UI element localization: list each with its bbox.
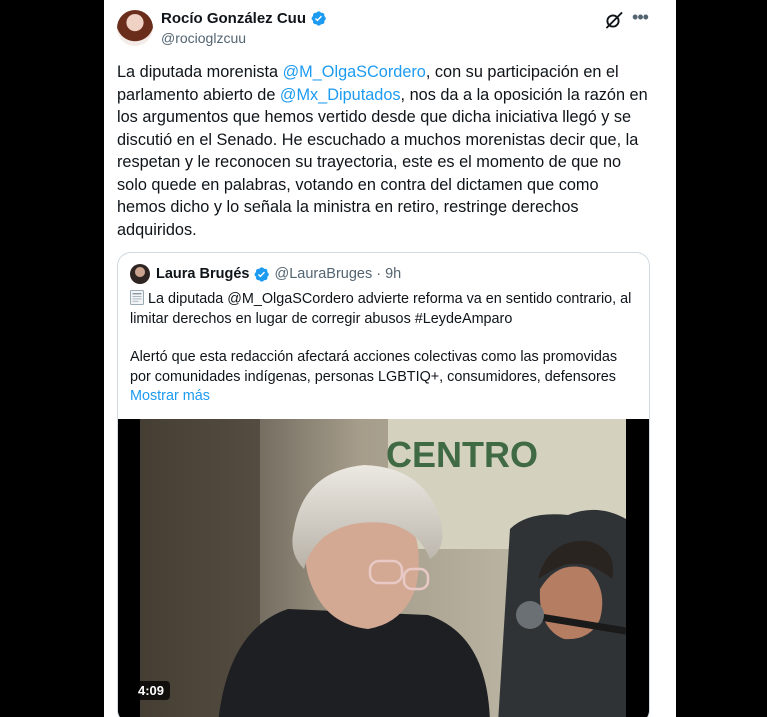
- post-text: La diputada morenista @M_OlgaSCordero, c…: [117, 61, 651, 241]
- grok-icon[interactable]: [604, 10, 624, 30]
- post-card[interactable]: Rocío González Cuu @rocioglzcuu ••• La d…: [104, 0, 676, 717]
- quoted-author-name[interactable]: Laura Brugés: [156, 266, 249, 282]
- video-player[interactable]: CENTRO 4:09: [118, 419, 649, 717]
- author-name[interactable]: Rocío González Cuu: [161, 10, 306, 27]
- quoted-paragraph-2: Alertó que esta redacción afectará accio…: [130, 348, 636, 407]
- quoted-post[interactable]: Laura Brugés @LauraBruges · 9h La diputa…: [117, 252, 650, 717]
- verified-badge-icon: [311, 11, 326, 26]
- verified-badge-icon: [255, 266, 270, 282]
- separator-dot: ·: [376, 266, 382, 282]
- post-text-segment: , nos da a la oposición la razón en los …: [117, 85, 648, 239]
- quoted-author-handle[interactable]: @LauraBruges: [274, 266, 372, 282]
- quoted-line-1: La diputada @M_OlgaSCordero advierte ref…: [130, 291, 632, 327]
- newspaper-emoji: [130, 290, 144, 305]
- quoted-paragraph-1: La diputada @M_OlgaSCordero advierte ref…: [130, 290, 636, 329]
- post-text-segment: La diputada morenista: [117, 63, 283, 81]
- backdrop-text: CENTRO: [386, 434, 538, 475]
- more-options-icon[interactable]: •••: [628, 7, 652, 31]
- quoted-author-avatar[interactable]: [130, 264, 150, 284]
- post-header: Rocío González Cuu @rocioglzcuu •••: [104, 0, 676, 56]
- mention-link[interactable]: @Mx_Diputados: [280, 86, 401, 104]
- video-frame: CENTRO: [118, 419, 649, 717]
- author-avatar[interactable]: [117, 10, 153, 46]
- author-handle[interactable]: @rocioglzcuu: [161, 30, 246, 46]
- quoted-post-text: La diputada @M_OlgaSCordero advierte ref…: [130, 290, 636, 426]
- mention-link[interactable]: @M_OlgaSCordero: [283, 63, 426, 81]
- quoted-post-header: Laura Brugés @LauraBruges · 9h: [130, 264, 401, 284]
- show-more-link[interactable]: Mostrar más: [130, 388, 210, 404]
- quoted-post-time[interactable]: 9h: [385, 266, 401, 282]
- quoted-line-2: Alertó que esta redacción afectará accio…: [130, 349, 618, 385]
- author-name-row: Rocío González Cuu: [161, 10, 327, 27]
- video-duration: 4:09: [132, 681, 171, 700]
